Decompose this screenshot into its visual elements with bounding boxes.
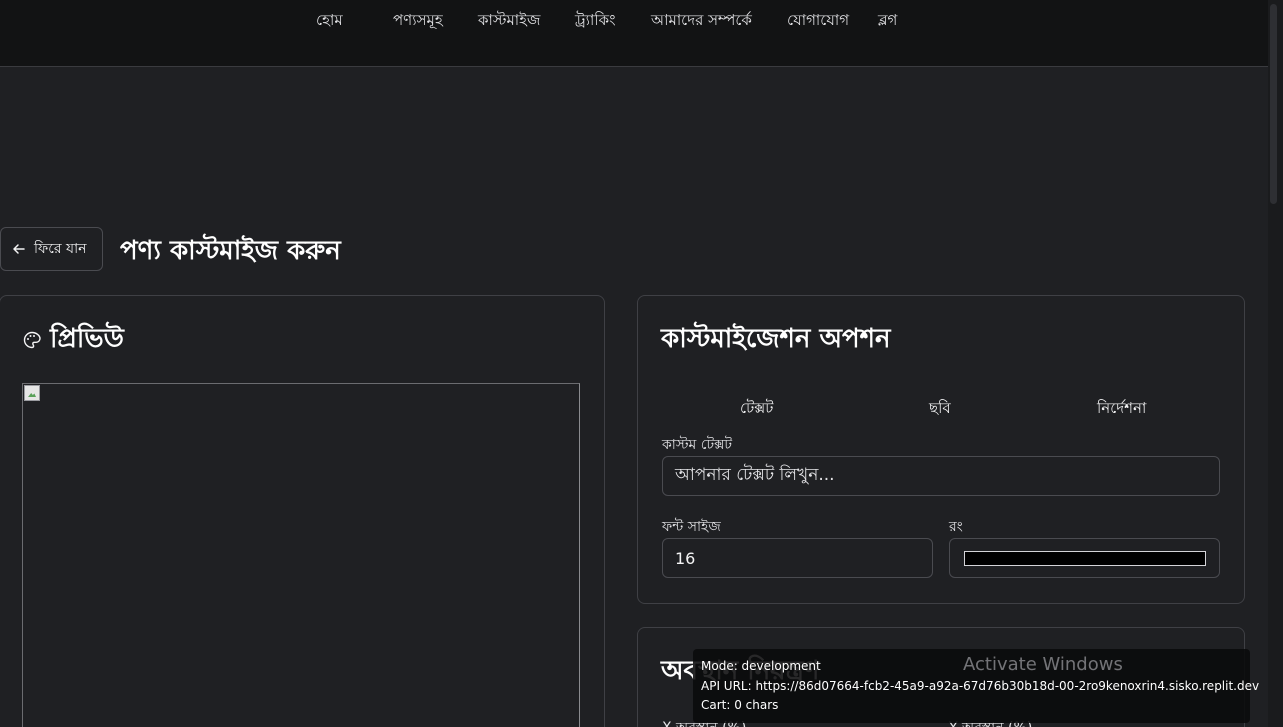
nav-item-customize[interactable]: কাস্টমাইজ [478, 9, 575, 34]
tab-text[interactable]: টেক্সট [740, 397, 773, 422]
back-button[interactable]: ফিরে যান [0, 227, 103, 271]
nav-item-products[interactable]: পণ্যসমূহ [393, 9, 478, 34]
preview-image [22, 383, 580, 727]
tab-image[interactable]: ছবি [929, 397, 951, 422]
debug-cart: Cart: 0 chars [701, 698, 779, 712]
nav-item-blog[interactable]: ব্লগ [878, 9, 918, 34]
font-size-label: ফন্ট সাইজ [662, 519, 721, 535]
font-size-input[interactable]: 16 [662, 538, 933, 578]
nav-item-contact[interactable]: যোগাযোগ [787, 9, 878, 34]
palette-icon [23, 331, 41, 349]
page-title: পণ্য কাস্টমাইজ করুন [120, 236, 341, 266]
page-scrollbar-thumb[interactable] [1270, 4, 1277, 204]
color-label: রং [949, 519, 963, 535]
tab-instructions[interactable]: নির্দেশনা [1097, 397, 1146, 422]
nav-links: হোম পণ্যসমূহ কাস্টমাইজ ট্র্যাকিং আমাদের … [316, 9, 918, 34]
color-swatch [964, 551, 1206, 566]
preview-title: প্রিভিউ [50, 324, 124, 354]
nav-item-about[interactable]: আমাদের সম্পর্কে [651, 9, 787, 34]
custom-text-input[interactable]: আপনার টেক্সট লিখুন... [662, 456, 1220, 496]
color-picker[interactable] [949, 538, 1220, 578]
back-button-label: ফিরে যান [34, 241, 87, 257]
debug-mode: Mode: development [701, 659, 821, 673]
custom-text-label: কাস্টম টেক্সট [662, 437, 733, 453]
font-size-value: 16 [675, 548, 696, 568]
preview-heading: প্রিভিউ [22, 318, 124, 362]
arrow-left-icon [13, 244, 25, 254]
debug-api-url: API URL: https://86d07664-fcb2-45a9-a92a… [701, 679, 1260, 693]
custom-text-placeholder: আপনার টেক্সট লিখুন... [675, 465, 835, 485]
activate-windows-watermark: Activate Windows [963, 654, 1123, 675]
customization-title: কাস্টমাইজেশন অপশন [661, 324, 891, 354]
nav-item-home[interactable]: হোম [316, 9, 393, 34]
nav-item-tracking[interactable]: ট্র্যাকিং [575, 9, 651, 34]
broken-image-icon [24, 385, 40, 401]
top-navbar: হোম পণ্যসমূহ কাস্টমাইজ ট্র্যাকিং আমাদের … [0, 0, 1268, 67]
